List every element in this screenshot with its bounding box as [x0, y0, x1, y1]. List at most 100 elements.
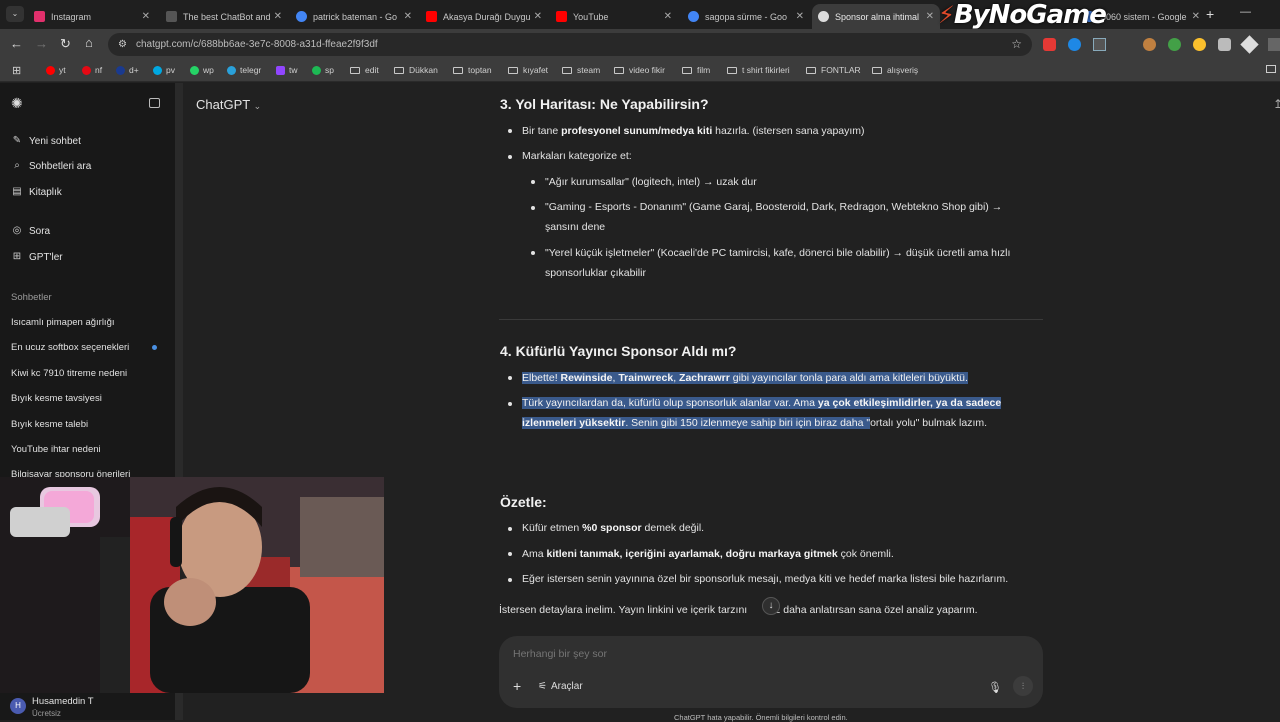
summary-item-3: Eğer istersen senin yayınına özel bir sp… — [522, 573, 1009, 585]
bookmark-sp[interactable]: sp — [312, 65, 334, 75]
add-attachment-button[interactable]: + — [513, 678, 521, 694]
bullet — [508, 129, 512, 133]
bookmark-folder-steam[interactable]: steam — [562, 65, 600, 75]
bookmark-folder-toptan[interactable]: toptan — [453, 65, 492, 75]
close-tab-icon[interactable]: ✕ — [1192, 11, 1200, 22]
gpts-label: GPT'ler — [29, 251, 63, 263]
tools-icon: ⚟ — [538, 681, 547, 692]
tab-title: patrick bateman - Go — [313, 11, 398, 22]
chat-item[interactable]: En ucuz softbox seçenekleri — [11, 342, 129, 353]
chatgpt-icon — [818, 11, 829, 22]
extension-icon[interactable] — [1043, 38, 1056, 51]
youtube-icon — [426, 11, 437, 22]
user-menu[interactable]: H Husameddin T Ücretsiz — [10, 695, 170, 719]
extension-icon[interactable] — [1218, 38, 1231, 51]
close-tab-icon[interactable]: ✕ — [926, 11, 934, 22]
extension-icon[interactable] — [1093, 38, 1106, 51]
close-tab-icon[interactable]: ✕ — [142, 11, 150, 22]
extension-icon[interactable] — [1240, 35, 1259, 54]
bookmark-folder-film[interactable]: film — [682, 65, 710, 75]
library-button[interactable]: ▤ Kitaplık — [11, 186, 62, 198]
extension-icon[interactable] — [1168, 38, 1181, 51]
sponsor-answer-2-line2: izlenmeleri yüksektir. Senin gibi 150 iz… — [522, 417, 988, 429]
bookmark-folder-dukkan[interactable]: Dükkan — [394, 65, 438, 75]
extension-icon[interactable] — [1068, 38, 1081, 51]
tab-list-dropdown-icon[interactable]: ⌄ — [6, 6, 24, 22]
bullet — [531, 251, 535, 255]
close-tab-icon[interactable]: ✕ — [404, 11, 412, 22]
folder-icon — [453, 66, 463, 74]
extension-icon[interactable] — [1118, 38, 1131, 51]
bookmark-wp[interactable]: wp — [190, 65, 214, 75]
microphone-icon[interactable]: 🎙︎ — [988, 681, 1002, 694]
apps-grid-icon[interactable]: ⊞ — [12, 64, 21, 77]
close-tab-icon[interactable]: ✕ — [274, 11, 282, 22]
search-chats-button[interactable]: ⌕ Sohbetleri ara — [11, 160, 91, 172]
site-info-icon[interactable]: ⚙ — [118, 33, 127, 56]
bookmark-folder-tshirt[interactable]: t shirt fikirleri — [727, 65, 790, 75]
sora-button[interactable]: ◎ Sora — [11, 225, 51, 237]
back-icon[interactable]: ← — [10, 36, 23, 51]
chat-item[interactable]: Isıcamlı pimapen ağırlığı — [11, 317, 115, 328]
tab-patrick[interactable]: patrick bateman - Go ✕ — [290, 4, 418, 29]
new-chat-button[interactable]: ✎ Yeni sohbet — [11, 135, 81, 147]
bookmark-folder-video-fikir[interactable]: video fikir — [614, 65, 665, 75]
chat-item[interactable]: YouTube ihtar nedeni — [11, 444, 101, 455]
close-tab-icon[interactable]: ✕ — [534, 11, 542, 22]
scroll-down-button[interactable]: ↓ — [762, 597, 780, 615]
bookmark-pv[interactable]: pv — [153, 65, 175, 75]
folder-icon — [562, 66, 572, 74]
bullet — [531, 180, 535, 184]
model-selector[interactable]: ChatGPT ⌄ — [196, 97, 261, 112]
gpts-button[interactable]: ⊞ GPT'ler — [11, 251, 63, 263]
reload-icon[interactable]: ↻ — [60, 36, 71, 52]
tab-chatbot[interactable]: The best ChatBot and ✕ — [160, 4, 288, 29]
folder-icon — [614, 66, 624, 74]
closing-text: İstersen detaylara inelim. Yayın linkini… — [499, 604, 978, 616]
bookmark-dplus[interactable]: d+ — [116, 65, 139, 75]
category-item-2-line1: "Gaming - Esports - Donanım" (Game Garaj… — [545, 201, 1003, 213]
message-input[interactable] — [513, 646, 1013, 662]
tools-button[interactable]: ⚟ Araçlar — [538, 681, 583, 692]
bookmark-telegr[interactable]: telegr — [227, 65, 261, 75]
close-tab-icon[interactable]: ✕ — [796, 11, 804, 22]
tab-title: Akasya Durağı Duygu — [443, 11, 530, 22]
bookmark-star-icon[interactable]: ☆ — [1011, 33, 1022, 56]
tab-sponsor-active[interactable]: Sponsor alma ihtimal ✕ — [812, 4, 940, 29]
bookmark-tw[interactable]: tw — [276, 65, 298, 75]
bookmark-folder-edit[interactable]: edit — [350, 65, 379, 75]
bookmark-folder-fontlar[interactable]: FONTLAR — [806, 65, 861, 75]
extension-icon[interactable] — [1143, 38, 1156, 51]
chat-item[interactable]: Bıyık kesme tavsiyesi — [11, 393, 102, 404]
openai-logo-icon[interactable]: ✺ — [11, 95, 23, 112]
bookmark-folder-kiyafet[interactable]: kıyafet — [508, 65, 548, 75]
tab-akasya[interactable]: Akasya Durağı Duygu ✕ — [420, 4, 548, 29]
sora-label: Sora — [29, 225, 51, 237]
close-tab-icon[interactable]: ✕ — [664, 11, 672, 22]
sponsor-answer-1: Elbette! Rewinside, Trainwreck, Zachrawr… — [522, 372, 968, 384]
chat-item[interactable]: Kiwi kc 7910 titreme nedeni — [11, 368, 127, 379]
tab-instagram[interactable]: Instagram ✕ — [28, 4, 156, 29]
extension-icon[interactable] — [1268, 38, 1280, 51]
all-bookmarks-folder-icon[interactable] — [1266, 65, 1276, 73]
new-tab-button[interactable]: + — [1206, 6, 1214, 22]
bookmark-folder-alisveris[interactable]: alışveriş — [872, 65, 918, 75]
instagram-icon — [34, 11, 45, 22]
close-sidebar-icon[interactable] — [149, 98, 160, 108]
extension-icon[interactable] — [1193, 38, 1206, 51]
tab-youtube[interactable]: YouTube ✕ — [550, 4, 678, 29]
home-icon[interactable]: ⌂ — [85, 35, 93, 50]
forward-icon[interactable]: → — [35, 36, 48, 51]
window-controls[interactable]: — — [1240, 6, 1251, 18]
url-text: chatgpt.com/c/688bb6ae-3e7c-8008-a31d-ff… — [136, 39, 378, 50]
chat-item[interactable]: Bıyık kesme talebi — [11, 419, 88, 430]
whatsapp-icon — [190, 65, 199, 75]
share-icon[interactable]: ↥ — [1273, 97, 1280, 111]
url-field[interactable]: ⚙ chatgpt.com/c/688bb6ae-3e7c-8008-a31d-f… — [108, 33, 1032, 56]
bookmark-nf[interactable]: nf — [82, 65, 102, 75]
bookmark-yt[interactable]: yt — [46, 65, 66, 75]
divider — [499, 319, 1043, 320]
tab-sagopa[interactable]: sagopa sürme - Goo ✕ — [682, 4, 810, 29]
tab-title: The best ChatBot and — [183, 11, 270, 22]
voice-mode-button[interactable]: ⫶ — [1013, 676, 1033, 696]
